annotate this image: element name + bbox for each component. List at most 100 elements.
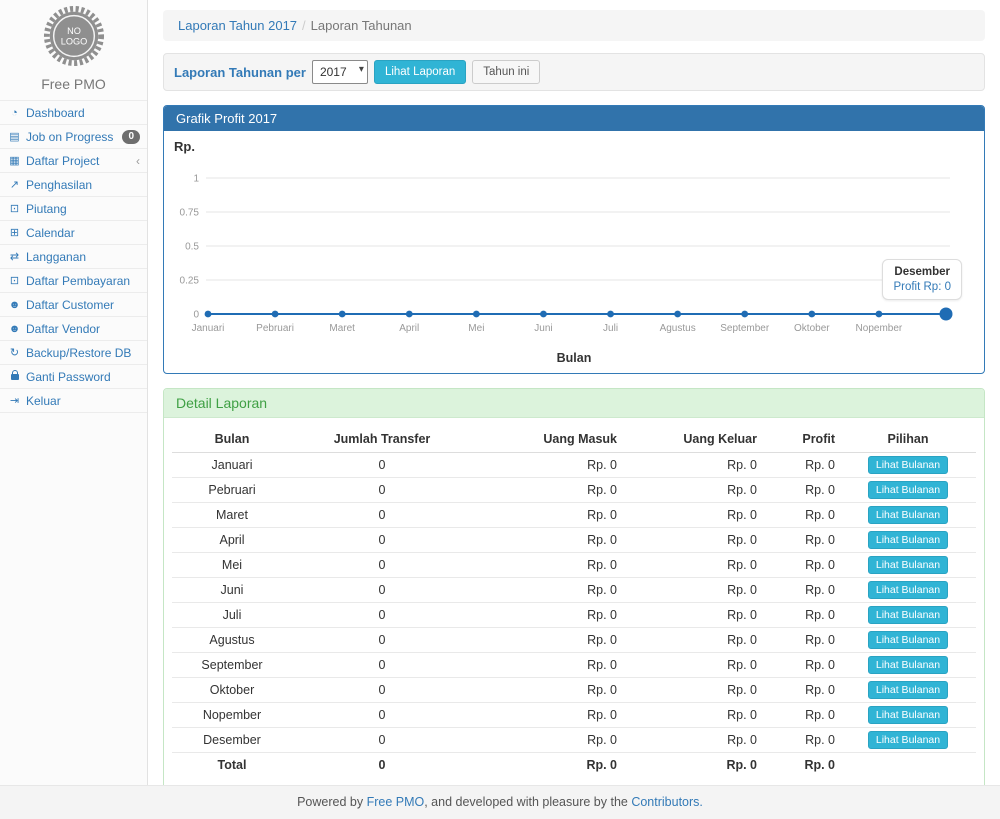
profit-line-chart: 00.250.50.751JanuariPebruariMaretAprilMe… (164, 131, 984, 373)
sidebar-item-dashboard[interactable]: ◔ Dashboard (0, 101, 147, 125)
sidebar-item-label: Daftar Customer (26, 298, 140, 312)
cell-uang-keluar: Rp. 0 (622, 503, 762, 528)
total-uang-keluar: Rp. 0 (622, 753, 762, 777)
sidebar-item-keluar[interactable]: ⇥ Keluar (0, 389, 147, 413)
footer-text: Powered by (297, 795, 366, 809)
cell-uang-keluar: Rp. 0 (622, 478, 762, 503)
table-row: Juli 0 Rp. 0 Rp. 0 Rp. 0 Lihat Bulanan (172, 603, 976, 628)
table-total-row: Total 0 Rp. 0 Rp. 0 Rp. 0 (172, 753, 976, 777)
sidebar-item-calendar[interactable]: ⊞ Calendar (0, 221, 147, 245)
sidebar-item-penghasilan[interactable]: ↗ Penghasilan (0, 173, 147, 197)
lihat-bulanan-button[interactable]: Lihat Bulanan (868, 731, 948, 749)
table-row: Mei 0 Rp. 0 Rp. 0 Rp. 0 Lihat Bulanan (172, 553, 976, 578)
breadcrumb-separator: / (297, 18, 311, 33)
lihat-bulanan-button[interactable]: Lihat Bulanan (868, 706, 948, 724)
cell-profit: Rp. 0 (762, 503, 840, 528)
sidebar-item-label: Dashboard (26, 106, 140, 120)
sidebar-item-langganan[interactable]: ⇄ Langganan (0, 245, 147, 269)
tahun-ini-button[interactable]: Tahun ini (472, 60, 540, 84)
breadcrumb: Laporan Tahun 2017/Laporan Tahunan (163, 10, 985, 41)
sidebar-item-label: Keluar (26, 394, 140, 408)
sidebar-item-ganti-password[interactable]: Ganti Password (0, 365, 147, 389)
tasks-icon: ▤ (7, 130, 22, 143)
sidebar-item-job-on-progress[interactable]: ▤ Job on Progress 0 (0, 125, 147, 149)
column-header-jumlah-transfer: Jumlah Transfer (292, 426, 472, 453)
cell-uang-masuk: Rp. 0 (472, 628, 622, 653)
lihat-bulanan-button[interactable]: Lihat Bulanan (868, 631, 948, 649)
total-uang-masuk: Rp. 0 (472, 753, 622, 777)
lihat-bulanan-button[interactable]: Lihat Bulanan (868, 556, 948, 574)
cell-jumlah-transfer: 0 (292, 728, 472, 753)
lihat-bulanan-button[interactable]: Lihat Bulanan (868, 531, 948, 549)
footer-link-free-pmo[interactable]: Free PMO (367, 795, 425, 809)
svg-text:Agustus: Agustus (660, 323, 696, 334)
lihat-laporan-button[interactable]: Lihat Laporan (374, 60, 466, 84)
sidebar-item-daftar-vendor[interactable]: ☻ Daftar Vendor (0, 317, 147, 341)
cell-uang-masuk: Rp. 0 (472, 453, 622, 478)
cell-profit: Rp. 0 (762, 553, 840, 578)
year-select[interactable]: 2017 (312, 60, 368, 84)
sidebar-item-daftar-project[interactable]: ▦ Daftar Project ‹ (0, 149, 147, 173)
cell-uang-keluar: Rp. 0 (622, 603, 762, 628)
cell-jumlah-transfer: 0 (292, 553, 472, 578)
brand-name: Free PMO (0, 76, 147, 92)
page-footer: Powered by Free PMO, and developed with … (0, 785, 1000, 819)
table-row: Nopember 0 Rp. 0 Rp. 0 Rp. 0 Lihat Bulan… (172, 703, 976, 728)
lihat-bulanan-button[interactable]: Lihat Bulanan (868, 581, 948, 599)
cell-jumlah-transfer: 0 (292, 653, 472, 678)
sidebar-item-daftar-pembayaran[interactable]: ⊡ Daftar Pembayaran (0, 269, 147, 293)
cell-profit: Rp. 0 (762, 703, 840, 728)
svg-text:0.75: 0.75 (180, 208, 200, 219)
lihat-bulanan-button[interactable]: Lihat Bulanan (868, 456, 948, 474)
chevron-left-icon: ‹ (136, 154, 140, 168)
cell-jumlah-transfer: 0 (292, 678, 472, 703)
svg-text:Maret: Maret (329, 323, 355, 334)
lihat-bulanan-button[interactable]: Lihat Bulanan (868, 681, 948, 699)
cell-uang-masuk: Rp. 0 (472, 528, 622, 553)
year-select-wrap: 2017 (312, 60, 368, 84)
lihat-bulanan-button[interactable]: Lihat Bulanan (868, 506, 948, 524)
column-header-pilihan: Pilihan (840, 426, 976, 453)
line-chart-icon: ↗ (7, 178, 22, 191)
column-header-profit: Profit (762, 426, 840, 453)
lihat-bulanan-button[interactable]: Lihat Bulanan (868, 481, 948, 499)
footer-text: , and developed with pleasure by the (424, 795, 631, 809)
cell-profit: Rp. 0 (762, 578, 840, 603)
table-icon: ▦ (7, 154, 22, 167)
svg-text:0.5: 0.5 (185, 242, 199, 253)
cell-jumlah-transfer: 0 (292, 628, 472, 653)
cell-uang-masuk: Rp. 0 (472, 728, 622, 753)
detail-laporan-panel: Detail Laporan Bulan Jumlah Transfer Uan… (163, 388, 985, 792)
filter-label: Laporan Tahunan per (174, 65, 306, 80)
dashboard-icon: ◔ (7, 107, 22, 119)
sidebar-item-daftar-customer[interactable]: ☻ Daftar Customer (0, 293, 147, 317)
table-header-row: Bulan Jumlah Transfer Uang Masuk Uang Ke… (172, 426, 976, 453)
table-row: Januari 0 Rp. 0 Rp. 0 Rp. 0 Lihat Bulana… (172, 453, 976, 478)
sidebar-item-piutang[interactable]: ⊡ Piutang (0, 197, 147, 221)
cell-bulan: April (172, 528, 292, 553)
cell-profit: Rp. 0 (762, 528, 840, 553)
svg-text:Juni: Juni (534, 323, 552, 334)
svg-text:0.25: 0.25 (180, 276, 200, 287)
chart-panel-title: Grafik Profit 2017 (164, 106, 984, 131)
sidebar-item-label: Daftar Pembayaran (26, 274, 140, 288)
no-logo-badge: NO LOGO (43, 5, 105, 67)
lihat-bulanan-button[interactable]: Lihat Bulanan (868, 606, 948, 624)
lihat-bulanan-button[interactable]: Lihat Bulanan (868, 656, 948, 674)
sidebar-item-label: Calendar (26, 226, 140, 240)
sidebar-menu: ◔ Dashboard ▤ Job on Progress 0 ▦ Daftar… (0, 100, 147, 413)
cell-profit: Rp. 0 (762, 678, 840, 703)
sidebar-item-backup-restore-db[interactable]: ↻ Backup/Restore DB (0, 341, 147, 365)
report-filter-bar: Laporan Tahunan per 2017 Lihat Laporan T… (163, 53, 985, 91)
cell-bulan: Pebruari (172, 478, 292, 503)
column-header-uang-masuk: Uang Masuk (472, 426, 622, 453)
cell-uang-masuk: Rp. 0 (472, 478, 622, 503)
footer-link-contributors[interactable]: Contributors. (631, 795, 703, 809)
svg-text:Nopember: Nopember (856, 323, 903, 334)
total-profit: Rp. 0 (762, 753, 840, 777)
table-row: Agustus 0 Rp. 0 Rp. 0 Rp. 0 Lihat Bulana… (172, 628, 976, 653)
cell-jumlah-transfer: 0 (292, 603, 472, 628)
sidebar-item-label: Daftar Vendor (26, 322, 140, 336)
breadcrumb-link[interactable]: Laporan Tahun 2017 (178, 18, 297, 33)
sidebar-item-label: Job on Progress (26, 130, 122, 144)
